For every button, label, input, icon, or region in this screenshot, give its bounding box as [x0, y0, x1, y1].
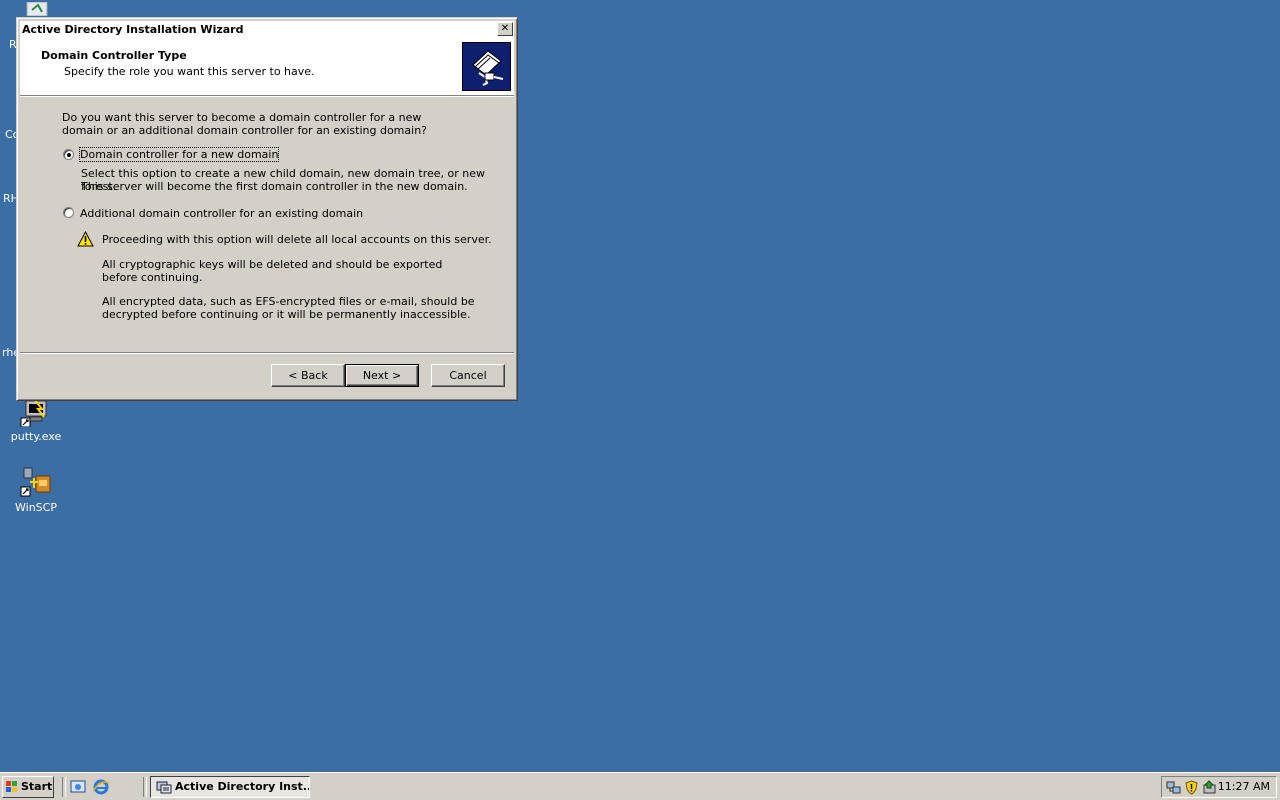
wizard-header: Domain Controller Type Specify the role …: [20, 39, 514, 96]
update-icon[interactable]: [1202, 780, 1217, 795]
taskbar-grip[interactable]: [143, 777, 147, 797]
warning-text-accounts: Proceeding with this option will delete …: [102, 233, 492, 246]
windows-flag-icon: [6, 781, 17, 792]
wizard-banner-image: [462, 42, 511, 91]
radio-selected-dot: [67, 153, 71, 157]
directory-book-icon: [472, 50, 504, 86]
desktop-icon-label: putty.exe: [10, 430, 62, 443]
system-tray: 11:27 AM: [1161, 776, 1277, 798]
winscp-icon: [20, 466, 52, 498]
radio-new-domain[interactable]: [63, 149, 74, 160]
desktop-icon-putty[interactable]: putty.exe: [6, 395, 66, 443]
next-button[interactable]: Next >: [345, 364, 419, 387]
window-title: Active Directory Installation Wizard: [22, 23, 244, 36]
warning-text-keys: All cryptographic keys will be deleted a…: [102, 258, 443, 284]
clock[interactable]: 11:27 AM: [1218, 780, 1270, 793]
taskbar-item-label: Active Directory Inst...: [175, 780, 310, 793]
quicklaunch-grip[interactable]: [62, 777, 66, 797]
page-title: Domain Controller Type: [41, 49, 187, 62]
document-icon: [26, 1, 48, 17]
option-new-domain-description-2: This server will become the first domain…: [81, 180, 468, 193]
warning-text-encrypted: All encrypted data, such as EFS-encrypte…: [102, 295, 475, 321]
option-existing-domain-label[interactable]: Additional domain controller for an exis…: [80, 207, 363, 220]
close-icon: ✕: [500, 23, 510, 34]
desktop-icon-partial-top[interactable]: [24, 1, 50, 17]
option-new-domain-label[interactable]: Domain controller for a new domain: [78, 147, 280, 162]
internet-explorer-icon[interactable]: [93, 779, 109, 795]
start-label: Start: [21, 780, 53, 793]
wizard-window: Active Directory Installation Wizard ✕ D…: [16, 17, 518, 401]
desktop-icon-winscp[interactable]: WinSCP: [6, 466, 66, 514]
warning-icon: [77, 230, 94, 247]
cancel-button[interactable]: Cancel: [431, 364, 505, 387]
title-bar[interactable]: Active Directory Installation Wizard ✕: [20, 21, 514, 39]
close-button[interactable]: ✕: [497, 22, 513, 36]
footer-divider: [20, 352, 514, 354]
start-button[interactable]: Start: [2, 776, 54, 798]
page-subtitle: Specify the role you want this server to…: [64, 65, 315, 78]
show-desktop-icon[interactable]: [70, 779, 86, 795]
network-icon[interactable]: [1166, 780, 1181, 795]
taskbar-item-ad-wizard[interactable]: Active Directory Inst...: [150, 776, 310, 798]
question-text: Do you want this server to become a doma…: [62, 111, 427, 137]
ad-wizard-icon: [156, 781, 172, 794]
desktop-icon-label: WinSCP: [15, 501, 57, 514]
header-divider: [20, 96, 514, 97]
security-shield-icon[interactable]: [1184, 780, 1199, 795]
back-button[interactable]: < Back: [271, 364, 345, 387]
radio-existing-domain[interactable]: [63, 207, 74, 218]
taskbar: Start Active Directory Inst... 11:27 AM: [0, 772, 1280, 800]
